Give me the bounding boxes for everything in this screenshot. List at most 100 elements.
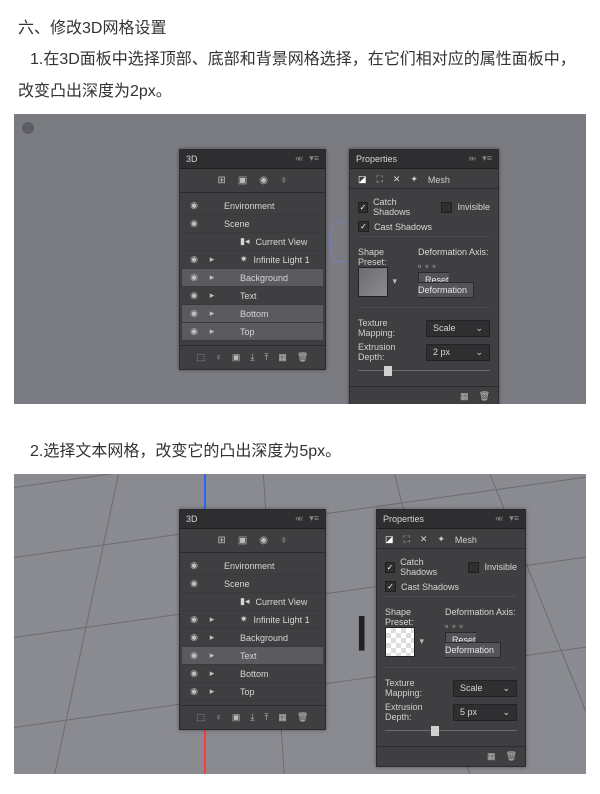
tab-coord-icon[interactable]: ✦ <box>410 174 418 185</box>
render-icon[interactable]: ▦ <box>278 352 287 363</box>
tree-row-bottom[interactable]: ◉▸Bottom <box>182 305 323 323</box>
filter-all-icon[interactable]: ⊞ <box>217 535 225 546</box>
panel-menu-icon[interactable]: ▾≡ <box>309 153 319 164</box>
panel-properties-titlebar[interactable]: Properties ««▾≡ <box>377 510 525 529</box>
merge-icon[interactable]: ⤓ <box>250 352 254 363</box>
merge-icon[interactable]: ⤓ <box>250 712 254 723</box>
expand-icon[interactable]: ▸ <box>206 290 218 301</box>
reset-deformation-button[interactable]: Reset Deformation <box>418 272 474 298</box>
tab-mesh-icon[interactable]: ◪ <box>358 174 367 185</box>
tab-mesh-icon[interactable]: ◪ <box>385 534 394 545</box>
shape-preset-swatch[interactable]: ▾ <box>358 267 388 297</box>
invisible-check[interactable]: Invisible <box>468 562 517 573</box>
axis-z-icon[interactable]: ▫ <box>459 621 462 631</box>
render-icon[interactable]: ▦ <box>460 391 469 402</box>
tree-row-bottom[interactable]: ◉▸Bottom <box>182 665 323 683</box>
visibility-icon[interactable]: ◉ <box>188 290 200 301</box>
tab-cap-icon[interactable]: ✕ <box>420 534 428 545</box>
collapse-icon[interactable]: «« <box>295 513 301 524</box>
camera-tool-icon[interactable]: ▣ <box>232 712 241 723</box>
shape-preset-swatch[interactable]: ▾ <box>385 627 415 657</box>
panel-menu-icon[interactable]: ▾≡ <box>309 513 319 524</box>
visibility-icon[interactable]: ◉ <box>188 200 200 211</box>
trash-icon[interactable]: 🗑 <box>297 712 308 723</box>
texture-mapping-select[interactable]: Scale⌄ <box>453 680 517 697</box>
tree-row-top[interactable]: ◉▸Top <box>182 323 323 341</box>
collapse-icon[interactable]: «« <box>295 153 301 164</box>
filter-all-icon[interactable]: ⊞ <box>217 175 225 186</box>
extrusion-depth-field[interactable]: 2 px⌄ <box>426 344 490 361</box>
render-icon[interactable]: ▦ <box>487 751 496 762</box>
tree-row-environment[interactable]: ◉Environment <box>182 197 323 215</box>
tree-row-top[interactable]: ◉▸Top <box>182 683 323 701</box>
camera-tool-icon[interactable]: ▣ <box>232 352 241 363</box>
tree-row-currentview[interactable]: ▮◂Current View <box>182 233 323 251</box>
trash-icon[interactable]: 🗑 <box>506 751 517 762</box>
visibility-icon[interactable]: ◉ <box>188 308 200 319</box>
filter-material-icon[interactable]: ◉ <box>259 175 268 186</box>
tab-deform-icon[interactable]: ⛶ <box>377 174 383 185</box>
extrusion-slider[interactable] <box>358 366 490 376</box>
filter-mesh-icon[interactable]: ▣ <box>238 535 247 546</box>
tree-row-background[interactable]: ◉▸Background <box>182 629 323 647</box>
render-icon[interactable]: ▦ <box>278 712 287 723</box>
filter-mesh-icon[interactable]: ▣ <box>238 175 247 186</box>
panel-menu-icon[interactable]: ▾≡ <box>482 153 492 164</box>
light-tool-icon[interactable]: ♀ <box>215 712 222 723</box>
trash-icon[interactable]: 🗑 <box>479 391 490 402</box>
panel-3d-titlebar[interactable]: 3D ««▾≡ <box>180 150 325 169</box>
visibility-icon[interactable]: ◉ <box>188 326 200 337</box>
panel-properties-titlebar[interactable]: Properties »»▾≡ <box>350 150 498 169</box>
tree-row-environment[interactable]: ◉Environment <box>182 557 323 575</box>
tool-icon[interactable]: ⬚ <box>197 712 206 723</box>
axis-x-icon[interactable]: ▫ <box>418 261 421 271</box>
filter-light-icon[interactable]: ♀ <box>280 175 288 186</box>
panel-3d-titlebar[interactable]: 3D ««▾≡ <box>180 510 325 529</box>
tab-coord-icon[interactable]: ✦ <box>437 534 445 545</box>
dropdown-icon[interactable]: ▾ <box>392 276 397 287</box>
filter-material-icon[interactable]: ◉ <box>259 535 268 546</box>
visibility-icon[interactable]: ◉ <box>188 254 200 265</box>
tree-row-light[interactable]: ◉▸✷Infinite Light 1 <box>182 251 323 269</box>
expand-icon[interactable]: ▸ <box>206 326 218 337</box>
tree-row-scene[interactable]: ◉Scene <box>182 575 323 593</box>
invisible-check[interactable]: Invisible <box>441 202 490 213</box>
axis-y-icon[interactable]: ▫ <box>452 621 455 631</box>
catch-shadows-check[interactable]: ✓Catch Shadows <box>385 557 456 577</box>
panel-menu-icon[interactable]: ▾≡ <box>509 513 519 524</box>
tree-row-background[interactable]: ◉▸Background <box>182 269 323 287</box>
dropdown-icon[interactable]: ▾ <box>419 636 424 647</box>
visibility-icon[interactable]: ◉ <box>188 272 200 283</box>
reset-deformation-button[interactable]: Reset Deformation <box>445 632 501 658</box>
expand-icon[interactable]: ▸ <box>206 272 218 283</box>
tree-row-light[interactable]: ◉▸✷Infinite Light 1 <box>182 611 323 629</box>
texture-mapping-select[interactable]: Scale⌄ <box>426 320 490 337</box>
tab-deform-icon[interactable]: ⛶ <box>404 534 410 545</box>
tree-row-currentview[interactable]: ▮◂Current View <box>182 593 323 611</box>
extrusion-slider[interactable] <box>385 726 517 736</box>
axis-y-icon[interactable]: ▫ <box>425 261 428 271</box>
axis-x-icon[interactable]: ▫ <box>445 621 448 631</box>
new-icon[interactable]: ⤒ <box>264 712 268 723</box>
axis-z-icon[interactable]: ▫ <box>432 261 435 271</box>
filter-light-icon[interactable]: ♀ <box>280 535 288 546</box>
visibility-icon[interactable]: ◉ <box>188 218 200 229</box>
light-tool-icon[interactable]: ♀ <box>215 352 222 363</box>
section-heading: 六、修改3D网格设置 <box>18 14 582 38</box>
extrusion-depth-field[interactable]: 5 px⌄ <box>453 704 517 721</box>
cast-shadows-check[interactable]: ✓Cast Shadows <box>358 221 432 232</box>
step1-text: 1.在3D面板中选择顶部、底部和背景网格选择，在它们相对应的属性面板中，改变凸出… <box>18 44 582 108</box>
expand-icon[interactable]: ▸ <box>206 254 218 265</box>
catch-shadows-check[interactable]: ✓Catch Shadows <box>358 197 429 217</box>
tree-row-text[interactable]: ◉▸Text <box>182 287 323 305</box>
tab-cap-icon[interactable]: ✕ <box>393 174 401 185</box>
collapse-icon[interactable]: »» <box>468 153 474 164</box>
trash-icon[interactable]: 🗑 <box>297 352 308 363</box>
tree-row-text[interactable]: ◉▸Text <box>182 647 323 665</box>
tree-row-scene[interactable]: ◉Scene <box>182 215 323 233</box>
tool-icon[interactable]: ⬚ <box>197 352 206 363</box>
collapse-icon[interactable]: «« <box>495 513 501 524</box>
cast-shadows-check[interactable]: ✓Cast Shadows <box>385 581 459 592</box>
new-icon[interactable]: ⤒ <box>264 352 268 363</box>
expand-icon[interactable]: ▸ <box>206 308 218 319</box>
